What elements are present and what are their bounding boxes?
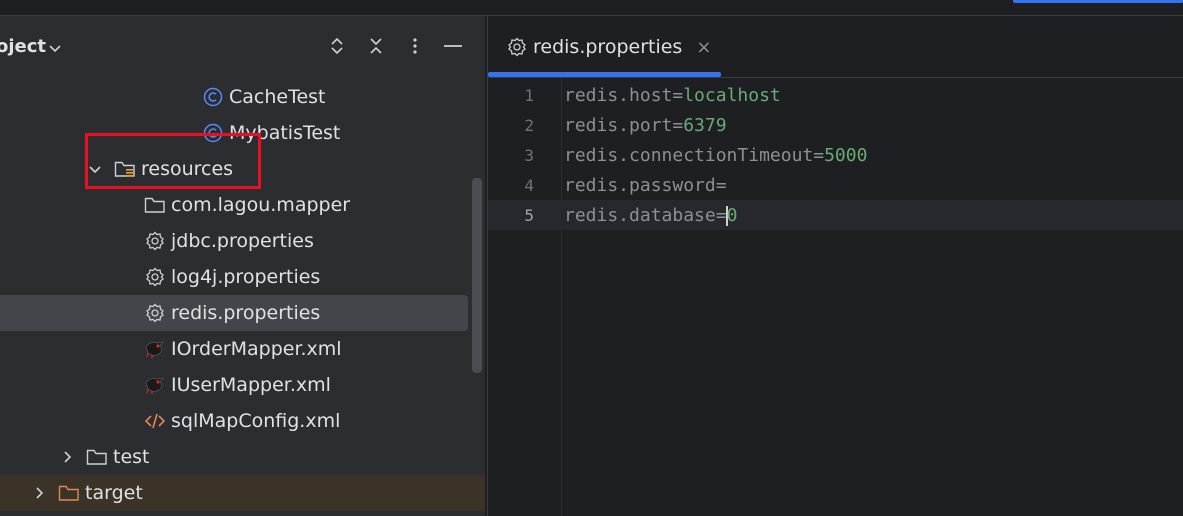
properties-icon — [144, 302, 166, 324]
property-value: 6379 — [683, 114, 727, 136]
tree-item-log4j-properties[interactable]: log4j.properties — [0, 259, 485, 295]
line-number: 1 — [524, 85, 534, 105]
editor-tab-bar: redis.properties × — [488, 16, 1183, 78]
vertical-scrollbar[interactable] — [472, 178, 482, 373]
expand-collapse-icon[interactable] — [327, 36, 347, 56]
tree-item-iusermapper-xml[interactable]: IUserMapper.xml — [0, 367, 485, 403]
properties-icon — [144, 266, 166, 288]
tree-item-test[interactable]: test — [0, 439, 485, 475]
property-value: 5000 — [824, 144, 868, 166]
property-key: redis.port — [564, 114, 673, 136]
project-panel: oject CacheTest MybatisTest resources co… — [0, 16, 485, 516]
property-key: redis.connectionTimeout — [564, 144, 814, 166]
chevron-right-icon[interactable] — [30, 484, 48, 502]
mybatis-icon — [144, 374, 166, 396]
class-icon — [202, 86, 224, 108]
project-panel-header: oject — [0, 16, 485, 78]
property-key: redis.database — [564, 204, 716, 226]
line-number: 2 — [524, 115, 534, 135]
code-line[interactable]: 3 redis.connectionTimeout=5000 — [488, 140, 1183, 170]
line-number: 4 — [524, 175, 534, 195]
more-options-icon[interactable] — [405, 36, 425, 56]
tree-item-label: IOrderMapper.xml — [171, 338, 342, 360]
mybatis-icon — [144, 338, 166, 360]
tree-item-jdbc-properties[interactable]: jdbc.properties — [0, 223, 485, 259]
tree-item-target[interactable]: target — [0, 475, 485, 511]
top-accent-bar — [1013, 0, 1183, 3]
property-key: redis.password — [564, 174, 716, 196]
tree-item-label: com.lagou.mapper — [171, 194, 351, 216]
line-number: 3 — [524, 145, 534, 165]
equals-sign: = — [672, 84, 684, 106]
annotation-highlight-box — [85, 133, 261, 189]
folder-icon — [58, 482, 80, 504]
tree-item-label: log4j.properties — [171, 266, 321, 288]
equals-sign: = — [813, 144, 825, 166]
editor: redis.properties × 1 redis.host=localhos… — [487, 16, 1183, 516]
property-value: localhost — [683, 84, 781, 106]
minimize-icon[interactable] — [443, 36, 463, 56]
tree-item-label: target — [85, 482, 143, 504]
close-icon[interactable]: × — [696, 37, 711, 58]
properties-icon — [506, 36, 528, 58]
property-key: redis.host — [564, 84, 673, 106]
chevron-right-icon[interactable] — [58, 448, 76, 466]
code-line-current[interactable]: 5 redis.database=0 — [488, 200, 1183, 230]
tree-item-label: jdbc.properties — [171, 230, 314, 252]
properties-icon — [144, 230, 166, 252]
property-value: 0 — [726, 204, 738, 226]
tree-item-label: CacheTest — [229, 86, 326, 108]
code-line[interactable]: 2 redis.port=6379 — [488, 110, 1183, 140]
top-strip — [0, 0, 1183, 16]
tree-item-label: sqlMapConfig.xml — [171, 410, 341, 432]
folder-icon — [144, 194, 166, 216]
equals-sign: = — [715, 174, 727, 196]
code-line[interactable]: 1 redis.host=localhost — [488, 80, 1183, 110]
xml-icon — [144, 410, 166, 432]
collapse-all-icon[interactable] — [366, 36, 386, 56]
tree-item-label: IUserMapper.xml — [171, 374, 331, 396]
tab-label: redis.properties — [533, 36, 683, 58]
tree-item-com-lagou-mapper[interactable]: com.lagou.mapper — [0, 187, 485, 223]
tree-item-sqlmapconfig-xml[interactable]: sqlMapConfig.xml — [0, 403, 485, 439]
active-tab-indicator — [488, 72, 721, 77]
code-area[interactable]: 1 redis.host=localhost 2 redis.port=6379… — [488, 78, 1183, 516]
tab-redis-properties[interactable]: redis.properties × — [488, 16, 721, 78]
tree-item-redis-properties[interactable]: redis.properties — [0, 295, 468, 331]
tree-item-label: redis.properties — [171, 302, 321, 324]
line-number: 5 — [524, 205, 534, 225]
tree-item-iordermapper-xml[interactable]: IOrderMapper.xml — [0, 331, 485, 367]
equals-sign: = — [672, 114, 684, 136]
panel-title[interactable]: oject — [0, 36, 46, 57]
folder-icon — [86, 446, 108, 468]
code-line[interactable]: 4 redis.password= — [488, 170, 1183, 200]
tree-item-cachetest[interactable]: CacheTest — [0, 79, 485, 115]
tree-item-label: test — [113, 446, 150, 468]
chevron-down-icon[interactable] — [47, 40, 63, 56]
